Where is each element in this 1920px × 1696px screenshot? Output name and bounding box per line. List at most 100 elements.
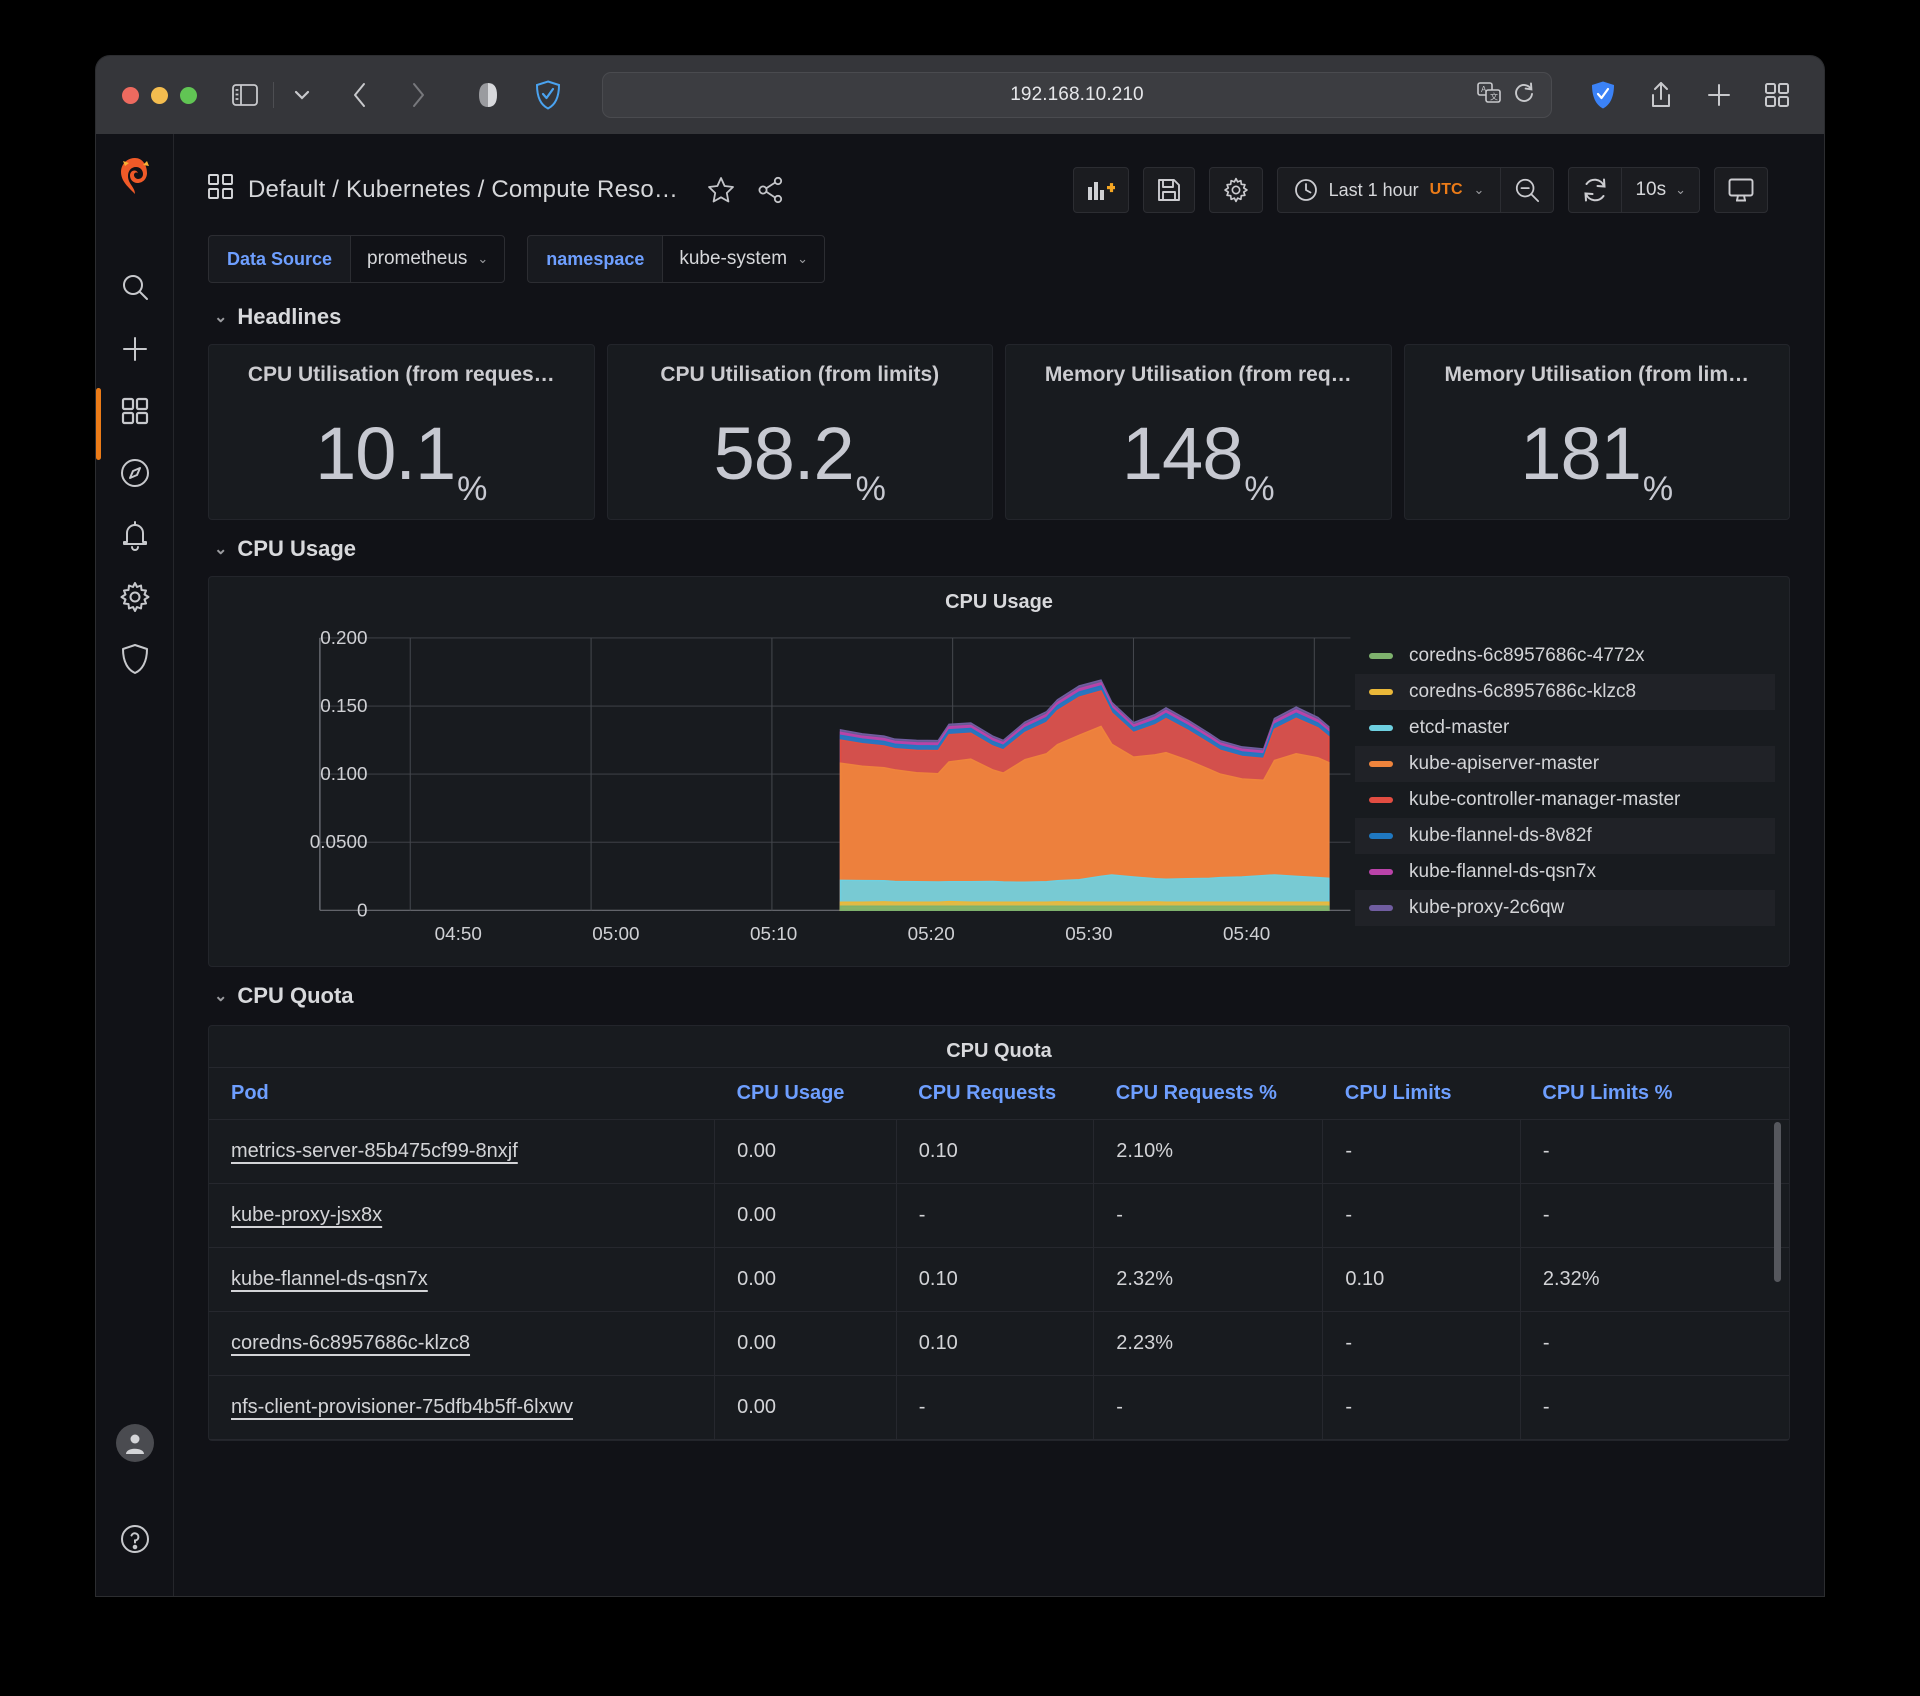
sidebar-item-alerting[interactable] xyxy=(107,504,163,566)
legend-label: kube-flannel-ds-qsn7x xyxy=(1409,861,1596,882)
maximize-window-button[interactable] xyxy=(180,86,197,104)
breadcrumb[interactable]: Default / Kubernetes / Compute Reso… xyxy=(208,173,678,207)
variable-value-datasource: prometheus xyxy=(367,248,468,269)
row-header-cpu-usage[interactable]: ⌄ CPU Usage xyxy=(208,520,1790,576)
chevron-down-icon: ⌄ xyxy=(214,541,228,558)
grafana-logo[interactable] xyxy=(113,154,157,198)
variable-select-datasource[interactable]: prometheus ⌄ xyxy=(350,235,506,283)
row-title-cpu-usage: CPU Usage xyxy=(237,536,356,561)
tab-overview-grid-icon[interactable] xyxy=(1756,74,1798,116)
refresh-button[interactable] xyxy=(1568,167,1623,213)
reload-icon[interactable] xyxy=(1515,82,1535,109)
table-row: kube-proxy-jsx8x 0.00- - - - xyxy=(209,1183,1789,1248)
add-panel-button[interactable] xyxy=(1072,167,1129,213)
legend-item[interactable]: kube-apiserver-master xyxy=(1355,746,1775,782)
plus-icon[interactable] xyxy=(1698,74,1740,116)
forward-arrow-icon[interactable] xyxy=(398,75,438,115)
x-axis-tick-label: 05:20 xyxy=(908,924,955,945)
sidebar-item-explore[interactable] xyxy=(107,442,163,504)
table-column-header[interactable]: CPU Limits % xyxy=(1520,1067,1789,1120)
table-column-header[interactable]: CPU Limits xyxy=(1322,1067,1521,1120)
privacy-shield-icon[interactable] xyxy=(528,75,568,115)
close-window-button[interactable] xyxy=(122,86,139,104)
cpu-limits-cell: - xyxy=(1322,1375,1521,1440)
row-header-headlines[interactable]: ⌄ Headlines xyxy=(208,288,1790,344)
cpu-limits-pct-cell: - xyxy=(1520,1183,1789,1248)
legend-label: kube-proxy-2c6qw xyxy=(1409,897,1565,918)
cpu-limits-cell: - xyxy=(1322,1183,1521,1248)
legend-item[interactable]: kube-controller-manager-master xyxy=(1355,782,1775,818)
table-row: nfs-client-provisioner-75dfb4b5ff-6lxwv 0… xyxy=(209,1375,1789,1440)
cpu-requests-pct-cell: - xyxy=(1093,1183,1324,1248)
table-scrollbar[interactable] xyxy=(1774,1122,1781,1282)
sidebar-item-help[interactable] xyxy=(107,1508,163,1570)
stat-panel[interactable]: CPU Utilisation (from reques… 10.1 % xyxy=(208,344,595,520)
share-icon[interactable] xyxy=(1640,74,1682,116)
legend-color-swatch xyxy=(1369,689,1393,695)
sidebar-toggle-icon[interactable] xyxy=(225,75,265,115)
extension-icon[interactable] xyxy=(1582,74,1624,116)
row-header-cpu-quota[interactable]: ⌄ CPU Quota xyxy=(208,967,1790,1023)
share-nodes-icon[interactable] xyxy=(754,173,788,207)
table-column-header[interactable]: CPU Usage xyxy=(714,1067,897,1120)
chevron-down-icon: ⌄ xyxy=(214,988,228,1005)
sidebar-item-search[interactable] xyxy=(107,256,163,318)
back-arrow-icon[interactable] xyxy=(340,75,380,115)
y-axis-tick-label: 0 xyxy=(357,900,368,921)
legend-color-swatch xyxy=(1369,761,1393,767)
legend-item[interactable]: kube-flannel-ds-8v82f xyxy=(1355,818,1775,854)
minimize-window-button[interactable] xyxy=(151,86,168,104)
cpu-usage-cell: 0.00 xyxy=(714,1311,897,1376)
translate-icon[interactable]: A 文 xyxy=(1477,81,1501,109)
graph-container: 0 0.0500 0.100 0.150 0.200 04:50 05:00 05:10 05:… xyxy=(209,618,1789,966)
pod-name-link[interactable]: coredns-6c8957686c-klzc8 xyxy=(209,1311,716,1376)
legend-item[interactable]: kube-flannel-ds-qsn7x xyxy=(1355,854,1775,890)
dashboard-settings-button[interactable] xyxy=(1208,167,1263,213)
avatar[interactable] xyxy=(115,1424,154,1462)
table-column-header[interactable]: CPU Requests % xyxy=(1093,1067,1323,1120)
tv-mode-button[interactable] xyxy=(1714,167,1768,213)
chevron-down-icon[interactable] xyxy=(282,75,322,115)
legend-item[interactable]: coredns-6c8957686c-klzc8 xyxy=(1355,674,1775,710)
y-axis-tick-label: 0.0500 xyxy=(310,832,368,853)
pod-name-link[interactable]: nfs-client-provisioner-75dfb4b5ff-6lxwv xyxy=(209,1375,716,1440)
table-column-header[interactable]: CPU Requests xyxy=(896,1067,1094,1120)
stat-title: Memory Utilisation (from req… xyxy=(1044,363,1352,386)
cpu-limits-pct-cell: - xyxy=(1520,1311,1789,1376)
address-bar[interactable]: 192.168.10.210 A 文 xyxy=(602,72,1552,118)
zoom-out-time-button[interactable] xyxy=(1501,167,1555,213)
stat-title: CPU Utilisation (from limits) xyxy=(660,363,940,386)
refresh-controls: 10s ⌄ xyxy=(1568,167,1700,213)
star-icon[interactable] xyxy=(704,173,738,207)
browser-window: 192.168.10.210 A 文 Default / Kubernetes … xyxy=(96,56,1824,1596)
time-range-picker[interactable]: Last 1 hour UTC ⌄ xyxy=(1276,167,1502,213)
legend-item[interactable]: etcd-master xyxy=(1355,710,1775,746)
y-axis-tick-label: 0.200 xyxy=(320,628,367,649)
variable-select-namespace[interactable]: kube-system ⌄ xyxy=(662,235,825,283)
legend-item[interactable]: kube-proxy-2c6qw xyxy=(1355,890,1775,926)
sidebar-item-dashboards[interactable] xyxy=(96,380,163,460)
sidebar-item-configuration[interactable] xyxy=(107,566,163,628)
stat-panel[interactable]: Memory Utilisation (from req… 148 % xyxy=(1005,344,1392,520)
pod-name-link[interactable]: kube-flannel-ds-qsn7x xyxy=(209,1247,716,1312)
sidebar-item-create[interactable] xyxy=(107,318,163,380)
legend-label: coredns-6c8957686c-klzc8 xyxy=(1409,681,1637,702)
legend-label: coredns-6c8957686c-4772x xyxy=(1409,645,1645,666)
refresh-interval-picker[interactable]: 10s ⌄ xyxy=(1622,167,1700,213)
sidebar-item-server-admin[interactable] xyxy=(107,628,163,690)
stat-unit: % xyxy=(1642,470,1674,508)
cpu-requests-cell: 0.10 xyxy=(896,1247,1095,1312)
legend-label: etcd-master xyxy=(1409,717,1510,738)
grafana-main: Default / Kubernetes / Compute Reso… Las… xyxy=(174,134,1824,1596)
save-dashboard-button[interactable] xyxy=(1142,167,1195,213)
graph-plot-area[interactable]: 0 0.0500 0.100 0.150 0.200 04:50 05:00 05:10 05:… xyxy=(215,624,1355,962)
stat-panel[interactable]: CPU Utilisation (from limits) 58.2 % xyxy=(606,344,993,520)
cpu-limits-pct-cell: - xyxy=(1520,1375,1789,1440)
pod-name-link[interactable]: kube-proxy-jsx8x xyxy=(209,1183,716,1248)
reader-view-icon[interactable] xyxy=(468,75,508,115)
legend-item[interactable]: coredns-6c8957686c-4772x xyxy=(1355,638,1775,674)
dashboard-header: Default / Kubernetes / Compute Reso… Las… xyxy=(174,134,1824,218)
table-column-header[interactable]: Pod xyxy=(209,1067,715,1120)
pod-name-link[interactable]: metrics-server-85b475cf99-8nxjf xyxy=(209,1119,716,1184)
stat-panel[interactable]: Memory Utilisation (from lim… 181 % xyxy=(1403,344,1790,520)
